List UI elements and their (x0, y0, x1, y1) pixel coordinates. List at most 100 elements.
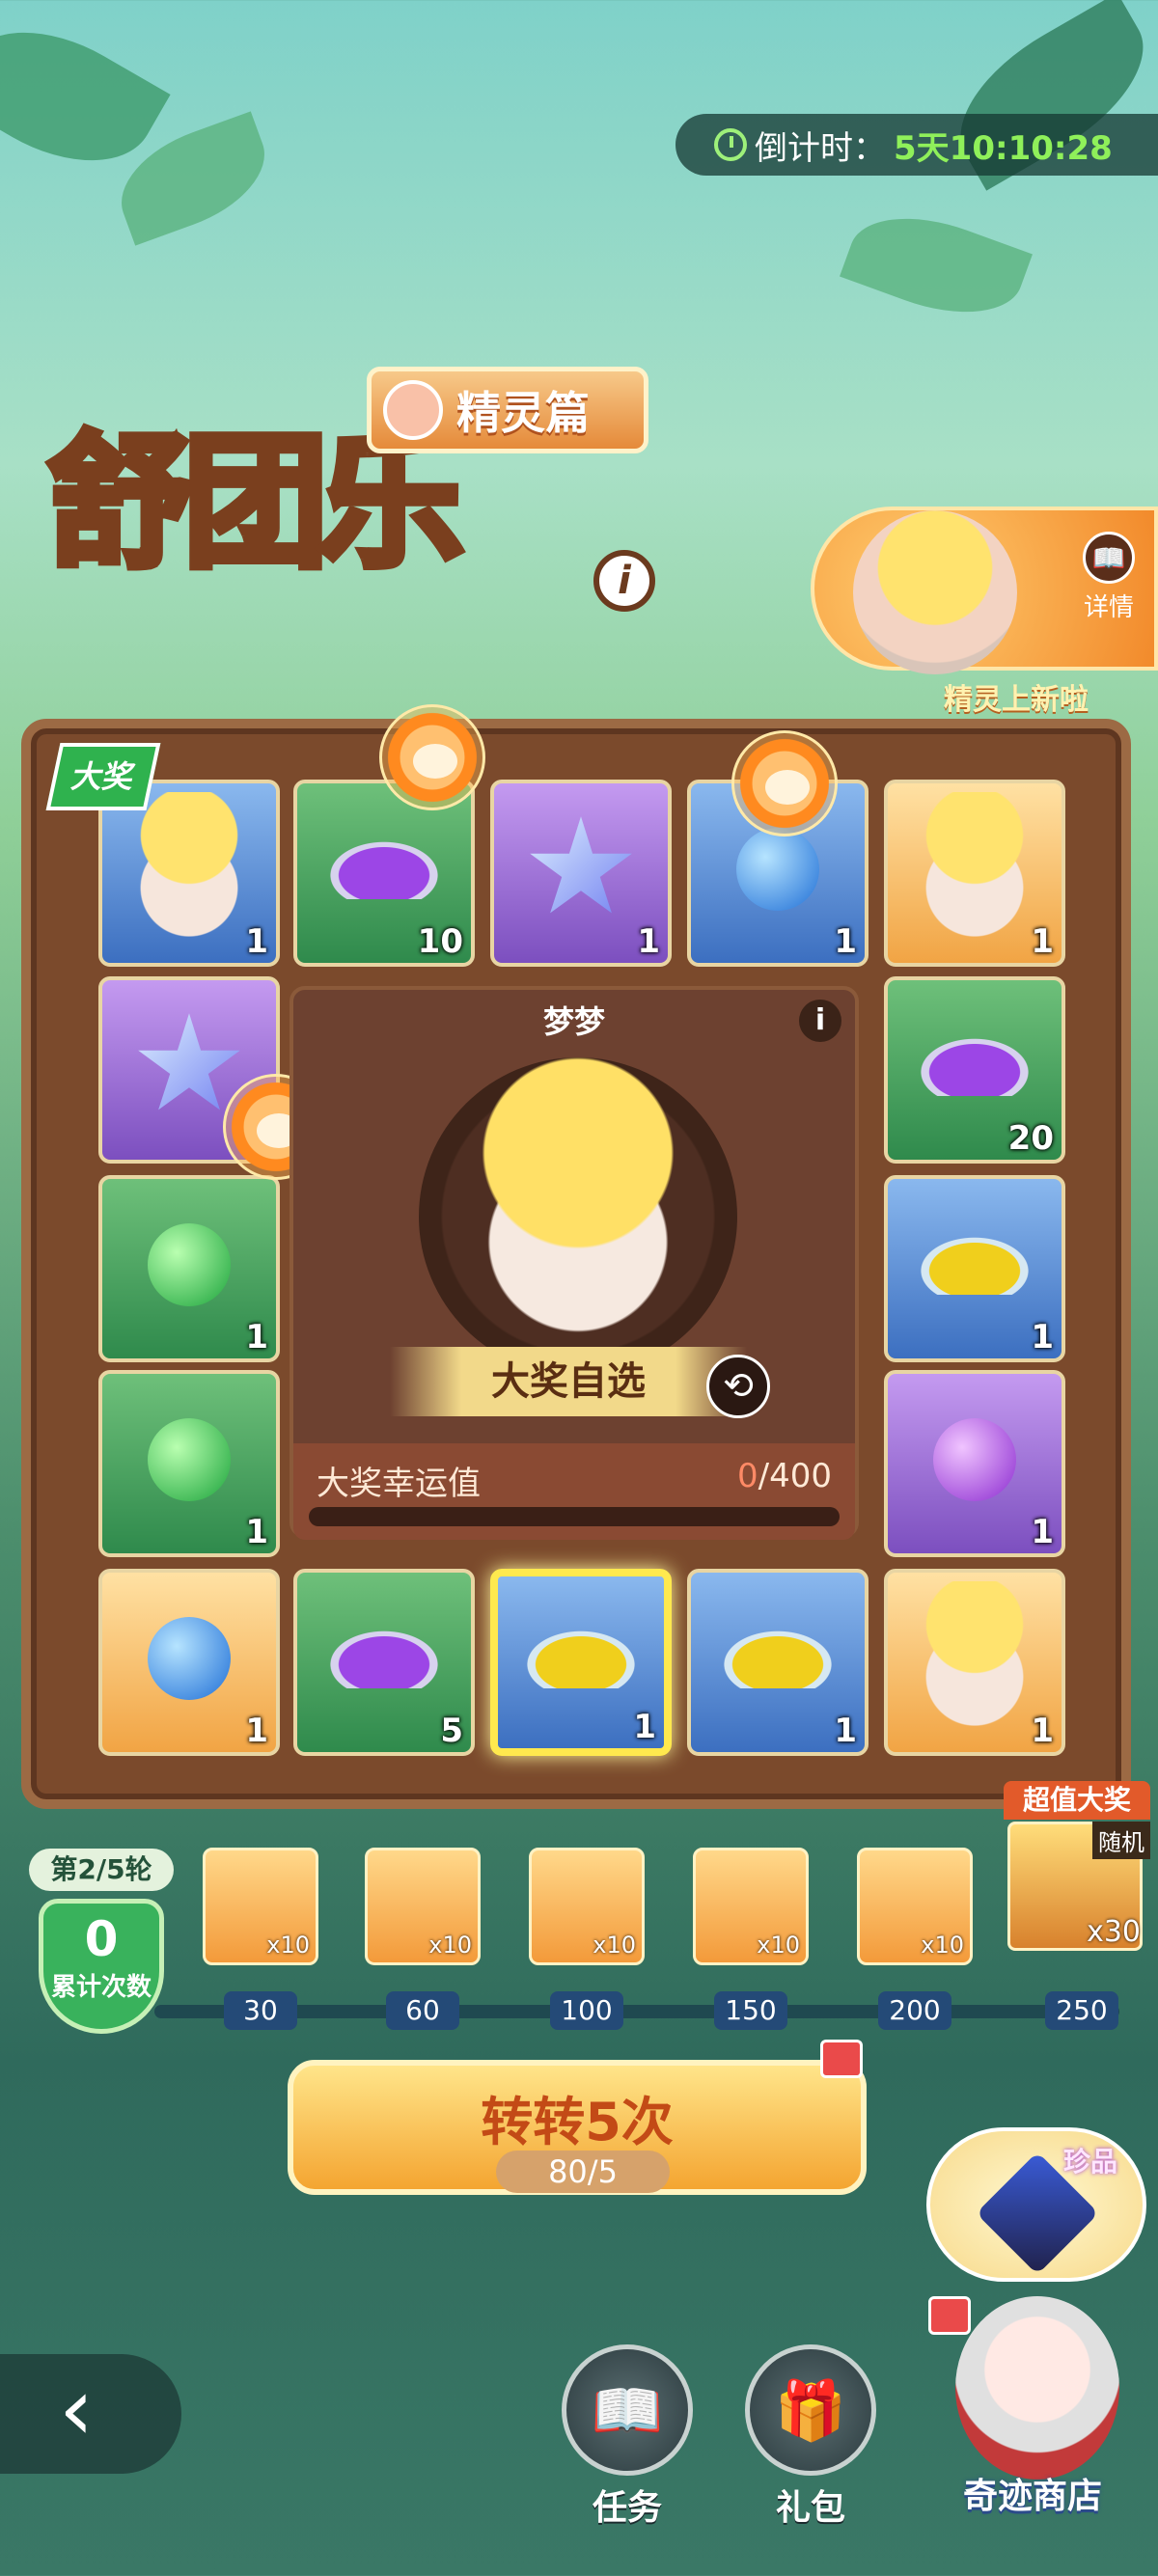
round-indicator: 第2/5轮 (29, 1849, 174, 1891)
spin-label: 转转5次 (481, 2092, 674, 2152)
prize-quantity: 1 (834, 1712, 857, 1750)
gift-label: 礼包 (775, 2488, 845, 2528)
cumulative-count-badge: 0 累计次数 (39, 1899, 164, 2034)
prize-quantity: 10 (417, 922, 463, 961)
back-button[interactable]: ‹ (0, 2354, 181, 2474)
grand-prize-badge: 大奖 (45, 743, 161, 810)
task-book-icon: 📖 (562, 2344, 693, 2476)
detail-label: 详情 (1083, 593, 1134, 622)
prize-cell: 1 (884, 780, 1065, 967)
milestone-reward[interactable]: x10 (203, 1848, 318, 1965)
prize-cell: 1 (98, 1569, 280, 1756)
star-crystal-icon (530, 816, 632, 914)
relic-tag: 珍品 (1062, 2146, 1117, 2178)
prize-quantity: 1 (245, 1513, 268, 1551)
grand-reward-header: 超值大奖 (1004, 1781, 1150, 1820)
prize-quantity: 1 (633, 1708, 656, 1746)
swap-icon[interactable]: ⟲ (706, 1355, 770, 1418)
milestone-threshold: 60 (386, 1991, 459, 2030)
leaf-decoration (840, 194, 1033, 337)
prize-quantity: 1 (1031, 1712, 1054, 1750)
spin-cost: 80/5 (496, 2151, 670, 2193)
prize-quantity: 1 (1031, 1318, 1054, 1357)
luck-meter: 大奖幸运值 0/400 (293, 1443, 855, 1540)
spirit-chibi-icon (902, 792, 1047, 947)
purple-spirit-book-icon (933, 1418, 1016, 1502)
prize-quantity: 1 (1031, 1513, 1054, 1551)
prize-quantity: 1 (245, 1712, 268, 1750)
milestone-multiplier: x10 (428, 1932, 472, 1959)
spin-button[interactable]: 转转5次 80/5 (288, 2060, 867, 2195)
milestone-threshold: 250 (1045, 1991, 1118, 2030)
milestone-multiplier: x10 (593, 1932, 636, 1959)
purple-sand-icon (917, 1036, 1033, 1097)
prize-cell: 1 (98, 1175, 280, 1362)
milestone-reward[interactable]: x10 (693, 1848, 809, 1965)
grand-prize-name: 梦梦 (542, 1003, 605, 1040)
prize-cell: 1 (884, 1175, 1065, 1362)
cumulative-count: 0 (84, 1911, 119, 1967)
prize-cell: 1 (884, 1370, 1065, 1557)
green-spirit-book-icon (148, 1418, 231, 1502)
detail-button[interactable]: 📖 详情 (1069, 532, 1148, 623)
yellow-sand-icon (917, 1235, 1033, 1296)
miracle-shop-button[interactable]: 奇迹商店 (917, 2296, 1148, 2528)
featured-spirit-banner[interactable]: 📖 详情 (811, 507, 1158, 674)
milestone-reward[interactable]: x10 (857, 1848, 973, 1965)
spirit-chibi-icon (902, 1581, 1047, 1737)
milestone-threshold: 100 (550, 1991, 623, 2030)
milestone-reward[interactable]: x10 (365, 1848, 481, 1965)
luck-label: 大奖幸运值 (317, 1465, 481, 1503)
milestone-grand-reward[interactable]: 超值大奖 随机 x30 (1004, 1781, 1150, 1959)
star-crystal-icon (138, 1013, 240, 1110)
gift-box-icon: 🎁 (745, 2344, 876, 2476)
grand-prize-panel: 梦梦 i 大奖自选 ⟲ 大奖幸运值 0/400 (290, 986, 859, 1540)
prize-quantity: 1 (834, 922, 857, 961)
purple-sand-icon (326, 839, 442, 900)
grand-prize-spirit-image (419, 1057, 737, 1376)
random-tag: 随机 (1092, 1822, 1150, 1859)
shop-label: 奇迹商店 (962, 2477, 1102, 2516)
purple-sand-icon (326, 1629, 442, 1689)
prize-cell: 1 (687, 1569, 868, 1756)
countdown-value: 5天10:10:28 (894, 128, 1113, 168)
spirit-chibi-icon (117, 792, 262, 947)
prize-cell: 20 (884, 976, 1065, 1164)
cumulative-count-label: 累计次数 (50, 1973, 152, 2002)
prize-quantity: 1 (1031, 922, 1054, 961)
luck-progress-bar (309, 1507, 840, 1526)
task-label: 任务 (592, 2488, 662, 2528)
prize-cell: 1 (98, 1370, 280, 1557)
countdown-timer: 倒计时： 5天10:10:28 (676, 114, 1158, 176)
task-button[interactable]: 📖 任务 (560, 2344, 695, 2530)
event-subtitle-tag: 精灵篇 (367, 367, 648, 453)
yellow-sand-icon (523, 1629, 639, 1689)
grand-prize-info-button[interactable]: i (799, 1000, 841, 1042)
green-spirit-book-icon (148, 1223, 231, 1307)
luck-value: 0/400 (737, 1457, 832, 1495)
grand-reward-multiplier: x30 (1087, 1915, 1141, 1949)
featured-spirit-portrait (853, 510, 1017, 674)
relic-showcase[interactable]: 珍品 (926, 2127, 1146, 2282)
prize-quantity: 1 (245, 922, 268, 961)
event-info-button[interactable]: i (593, 550, 655, 612)
prize-cell: 1 (490, 1569, 672, 1756)
milestone-threshold: 200 (878, 1991, 951, 2030)
blue-spirit-book-icon (736, 828, 819, 912)
paw-marker-icon (731, 730, 838, 836)
milestone-threshold: 150 (714, 1991, 787, 2030)
milestone-multiplier: x10 (757, 1932, 800, 1959)
prize-cell: 1 (884, 1569, 1065, 1756)
milestone-reward[interactable]: x10 (529, 1848, 645, 1965)
spirit-face-icon (383, 380, 443, 440)
prize-quantity: 5 (440, 1712, 463, 1750)
milestone-track (154, 2005, 1119, 2018)
grand-prize-select-button[interactable]: 大奖自选 (390, 1347, 747, 1416)
shop-keeper-avatar (955, 2296, 1119, 2480)
clock-icon (714, 128, 747, 161)
paw-marker-icon (379, 704, 485, 810)
prize-quantity: 20 (1007, 1119, 1054, 1158)
milestone-multiplier: x10 (266, 1932, 310, 1959)
gift-pack-button[interactable]: 🎁 礼包 (743, 2344, 878, 2530)
book-icon: 📖 (1083, 532, 1135, 584)
